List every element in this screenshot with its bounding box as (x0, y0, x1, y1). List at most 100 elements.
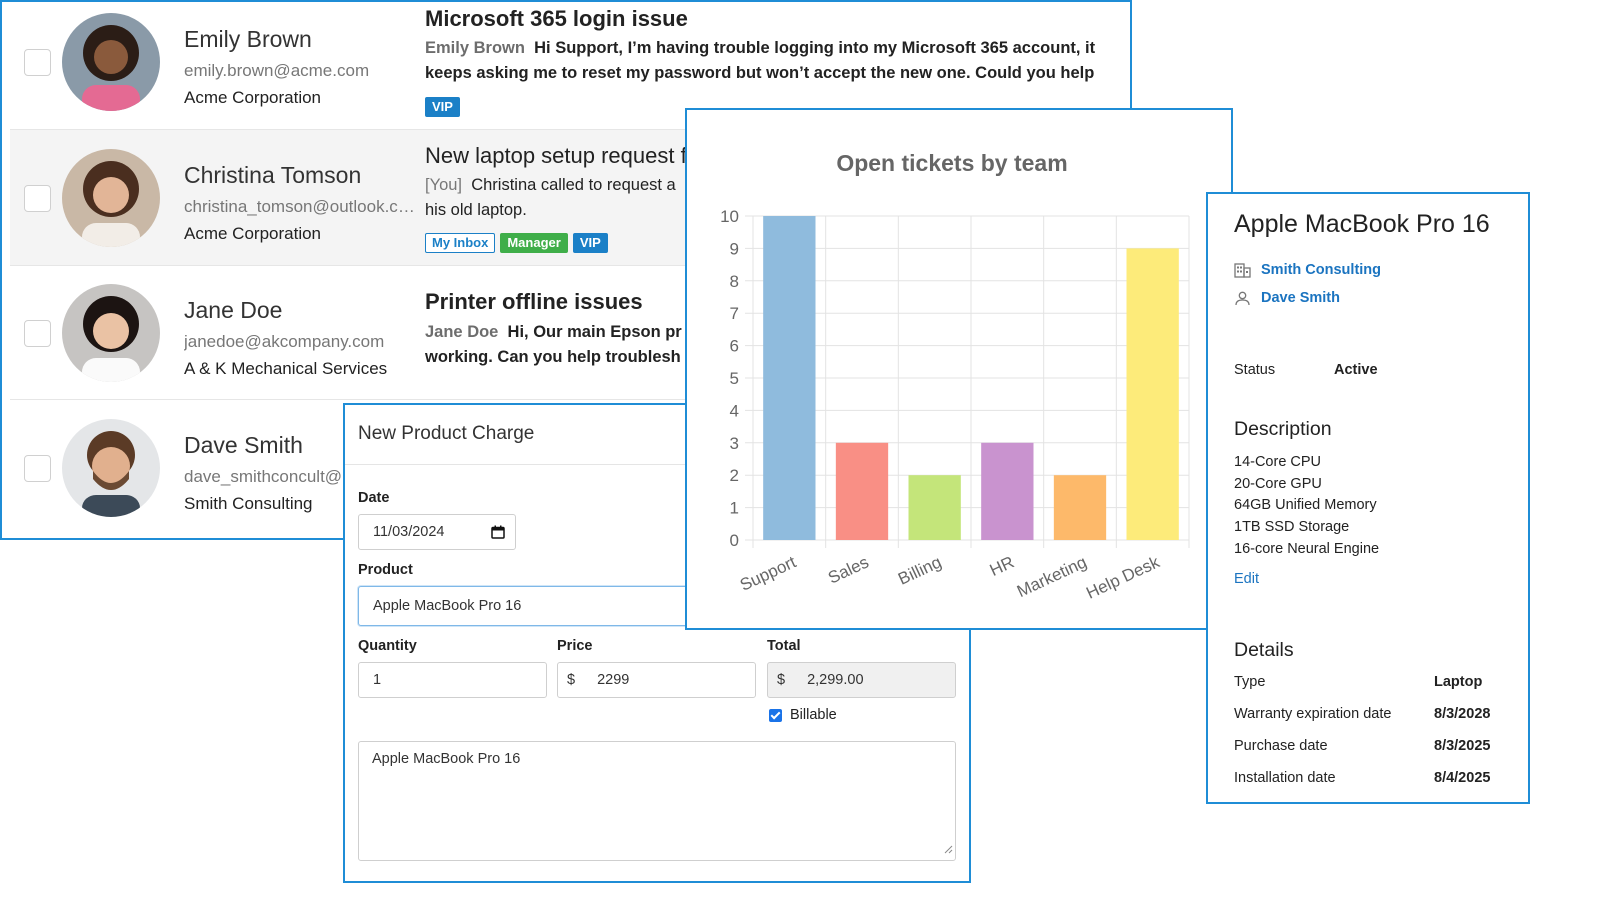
y-tick-label: 0 (730, 531, 739, 550)
quantity-label: Quantity (358, 638, 417, 654)
ticket-subject[interactable]: New laptop setup request f (425, 143, 687, 169)
billable-checkbox[interactable] (769, 708, 782, 722)
detail-label: Purchase date (1234, 738, 1328, 754)
date-input[interactable]: 11/03/2024 (358, 514, 516, 550)
x-tick-label: Billing (895, 552, 944, 588)
price-label: Price (557, 638, 593, 654)
contact-company[interactable]: Smith Consulting (184, 494, 313, 514)
contact-company[interactable]: A & K Mechanical Services (184, 359, 387, 379)
asset-title: Apple MacBook Pro 16 (1234, 210, 1490, 238)
price-input[interactable]: $ 2299 (557, 662, 756, 698)
contact-link[interactable]: Dave Smith (1234, 290, 1340, 306)
preview-line-1: Hi Support, I’m having trouble logging i… (534, 39, 1096, 57)
contact-name[interactable]: Christina Tomson (184, 162, 361, 189)
bar-marketing (1053, 475, 1107, 540)
y-tick-label: 6 (730, 337, 739, 356)
total-field: $ 2,299.00 (767, 662, 956, 698)
row-checkbox[interactable] (24, 49, 51, 76)
row-checkbox[interactable] (24, 455, 51, 482)
ticket-subject[interactable]: Microsoft 365 login issue (425, 6, 688, 32)
preview-line-2: working. Can you help troublesh (425, 348, 681, 366)
ticket-subject[interactable]: Printer offline issues (425, 289, 643, 315)
chart-panel: Open tickets by team 0 1 2 3 4 5 6 7 8 9 10 Support… (685, 108, 1233, 630)
quantity-input[interactable]: 1 (358, 662, 547, 698)
description-line: 14-Core CPU (1234, 454, 1322, 470)
tag-vip[interactable]: VIP (425, 97, 460, 117)
contact-email[interactable]: emily.brown@acme.com (184, 61, 416, 81)
contact-email[interactable]: janedoe@akcompany.com (184, 332, 416, 352)
tag-manager[interactable]: Manager (500, 233, 568, 253)
avatar (62, 149, 160, 247)
contact-name[interactable]: Emily Brown (184, 26, 312, 53)
x-tick-label: Support (737, 552, 799, 595)
company-link-label[interactable]: Smith Consulting (1261, 262, 1381, 278)
notes-textarea[interactable]: Apple MacBook Pro 16 (358, 741, 956, 861)
ticket-author: Emily Brown (425, 39, 525, 57)
status-value: Active (1334, 362, 1378, 378)
y-tick-label: 7 (730, 304, 739, 323)
building-icon (1234, 262, 1251, 278)
edit-link[interactable]: Edit (1234, 571, 1259, 587)
x-tick-label: Help Desk (1083, 552, 1163, 603)
avatar (62, 284, 160, 382)
description-heading: Description (1234, 418, 1332, 440)
detail-value: 8/4/2025 (1434, 770, 1491, 786)
detail-label: Installation date (1234, 770, 1336, 786)
total-value: 2,299.00 (807, 672, 864, 688)
contact-link-label[interactable]: Dave Smith (1261, 290, 1340, 306)
price-value: 2299 (597, 672, 630, 688)
avatar (62, 419, 160, 517)
description-line: 20-Core GPU (1234, 475, 1322, 492)
tag-my-inbox[interactable]: My Inbox (425, 233, 496, 253)
tag-list: My Inbox Manager VIP (425, 233, 608, 253)
resize-handle-icon[interactable] (943, 842, 953, 858)
status-label: Status (1234, 362, 1276, 378)
price-currency: $ (567, 672, 576, 688)
row-checkbox[interactable] (24, 320, 51, 347)
bar-help-desk (1126, 248, 1179, 540)
contact-name[interactable]: Jane Doe (184, 297, 282, 324)
tag-list: VIP (425, 97, 460, 117)
bar-hr (981, 442, 1034, 540)
company-link[interactable]: Smith Consulting (1234, 262, 1381, 278)
quantity-value: 1 (373, 672, 382, 688)
avatar (62, 13, 160, 111)
contact-company[interactable]: Acme Corporation (184, 88, 321, 108)
total-currency: $ (777, 672, 786, 688)
bar-chart: 0 1 2 3 4 5 6 7 8 9 10 Support Sales Billing HRMarketi… (720, 207, 1190, 603)
x-tick-label: Sales (825, 552, 872, 587)
date-value: 11/03/2024 (373, 524, 445, 540)
ticket-preview: Emily Brown Hi Support, I’m having troub… (425, 36, 1125, 86)
y-tick-label: 4 (730, 401, 739, 420)
contact-email[interactable]: christina_tomson@outlook.com (184, 197, 416, 217)
preview-line-2: his old laptop. (425, 201, 527, 219)
billable-checkbox-row[interactable]: Billable (769, 707, 837, 723)
detail-label: Type (1234, 674, 1266, 690)
contact-company[interactable]: Acme Corporation (184, 224, 321, 244)
bar-billing (908, 475, 961, 540)
preview-line-1: Hi, Our main Epson pr (507, 323, 682, 341)
description-line: 1TB SSD Storage (1234, 519, 1350, 536)
date-label: Date (358, 490, 390, 506)
ticket-author: [You] (425, 176, 463, 194)
y-tick-label: 10 (720, 207, 739, 226)
y-tick-label: 9 (730, 239, 739, 258)
row-checkbox[interactable] (24, 185, 51, 212)
description-line: 16-core Neural Engine (1234, 540, 1380, 557)
y-tick-label: 8 (730, 272, 739, 291)
calendar-icon[interactable] (491, 525, 505, 543)
x-tick-label: HR (987, 552, 1017, 580)
ticket-author: Jane Doe (425, 323, 499, 341)
contact-name[interactable]: Dave Smith (184, 432, 303, 459)
y-tick-label: 3 (730, 434, 739, 453)
y-tick-label: 2 (730, 466, 739, 485)
product-label: Product (358, 562, 413, 578)
detail-value: 8/3/2028 (1434, 706, 1491, 722)
billable-label[interactable]: Billable (790, 707, 837, 723)
asset-detail-panel: Apple MacBook Pro 16 Smith Consulting Da… (1206, 192, 1530, 804)
notes-value: Apple MacBook Pro 16 (372, 751, 521, 767)
bar-sales (835, 442, 889, 540)
tag-vip[interactable]: VIP (572, 233, 608, 253)
preview-line-1: Christina called to request a (471, 176, 676, 194)
bar-support (763, 216, 816, 540)
